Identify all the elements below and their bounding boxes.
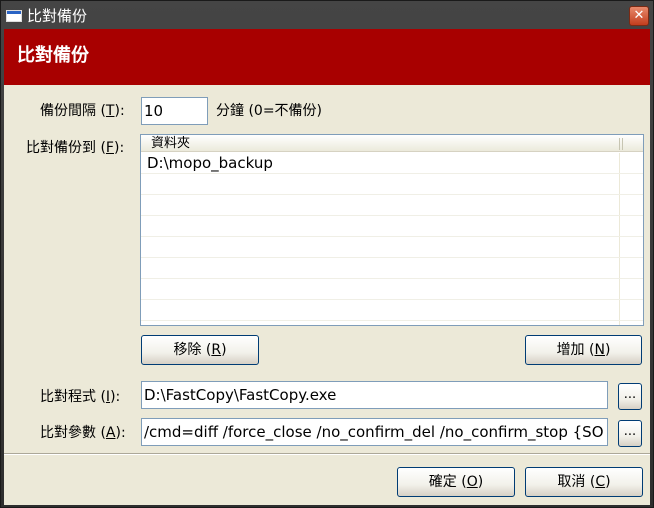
- list-item[interactable]: D:\mopo_backup: [141, 153, 643, 174]
- program-label: 比對程式 (I):: [40, 389, 121, 405]
- close-button[interactable]: ✕: [629, 6, 649, 26]
- footer-divider: [4, 453, 650, 455]
- dialog-window: 比對備份 ✕ 比對備份 備份間隔 (T): 10 分鐘 (0=不備份) 比對備份…: [0, 0, 654, 508]
- header-banner: 比對備份: [4, 29, 650, 85]
- title-bar[interactable]: 比對備份 ✕: [1, 1, 653, 31]
- close-icon: ✕: [633, 8, 645, 23]
- list-item[interactable]: [141, 174, 643, 195]
- interval-unit-label: 分鐘 (0=不備份): [216, 103, 323, 119]
- program-path-input[interactable]: D:\FastCopy\FastCopy.exe: [141, 381, 608, 409]
- params-label: 比對參數 (A):: [40, 425, 126, 441]
- list-item[interactable]: [141, 195, 643, 216]
- cancel-button[interactable]: 取消 (C): [525, 467, 643, 497]
- dest-folder-list[interactable]: 資料夾 D:\mopo_backup: [140, 134, 644, 326]
- list-item[interactable]: [141, 237, 643, 258]
- remove-button[interactable]: 移除 (R): [141, 335, 259, 365]
- list-item[interactable]: [141, 258, 643, 279]
- dest-label: 比對備份到 (F):: [26, 140, 125, 156]
- window-title: 比對備份: [27, 7, 88, 25]
- list-item[interactable]: [141, 279, 643, 300]
- ok-button[interactable]: 確定 (O): [397, 467, 515, 497]
- add-button[interactable]: 增加 (N): [525, 335, 642, 365]
- interval-label: 備份間隔 (T):: [40, 103, 125, 119]
- browse-program-button[interactable]: ...: [618, 383, 642, 410]
- banner-title: 比對備份: [17, 45, 89, 66]
- list-rows: D:\mopo_backup: [141, 153, 643, 321]
- params-input[interactable]: /cmd=diff /force_close /no_confirm_del /…: [141, 418, 608, 446]
- browse-params-button[interactable]: ...: [618, 420, 642, 447]
- list-item[interactable]: [141, 300, 643, 321]
- dialog-client-area: 比對備份 備份間隔 (T): 10 分鐘 (0=不備份) 比對備份到 (F): …: [4, 29, 650, 505]
- window-app-icon: [6, 10, 22, 22]
- list-item[interactable]: [141, 216, 643, 237]
- interval-input[interactable]: 10: [141, 97, 208, 125]
- list-header: 資料夾: [141, 135, 643, 152]
- column-separator: [622, 138, 623, 150]
- column-header-folder[interactable]: 資料夾: [151, 135, 190, 152]
- column-separator[interactable]: [619, 138, 620, 150]
